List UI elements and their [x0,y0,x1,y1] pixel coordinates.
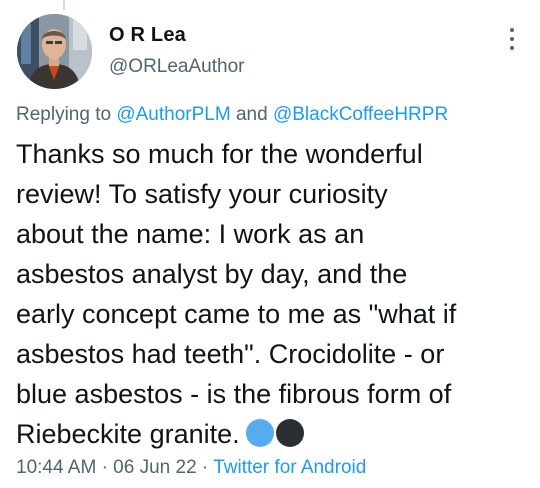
author-display-name[interactable]: O R Lea [109,24,186,47]
tweet-text-line: early concept came to me as "what if [16,299,457,329]
tweet-source-link[interactable]: Twitter for Android [213,457,366,478]
tweet-text-line: blue asbestos - is the fibrous form of [16,379,452,409]
avatar[interactable] [17,14,92,89]
tweet-time[interactable]: 10:44 AM [16,457,96,478]
replying-to-line: Replying to @AuthorPLM and @BlackCoffeeH… [16,104,448,126]
meta-separator: · [101,457,108,478]
tweet-text: Thanks so much for the wonderful review!… [16,134,528,454]
more-vertical-icon[interactable] [505,24,519,54]
tweet-text-line-last: Riebeckite granite. [16,414,528,454]
tweet-text-line: asbestos had teeth". Crocidolite - or [16,339,445,369]
replying-to-conjunction: and [235,104,268,125]
tweet-meta: 10:44 AM · 06 Jun 22 · Twitter for Andro… [16,457,366,479]
tweet-text-line-content: Riebeckite granite. [16,419,240,449]
thread-connector-line [63,0,65,10]
black-circle-emoji-icon [275,419,304,447]
tweet-text-line: Thanks so much for the wonderful [16,139,423,169]
tweet-text-line: asbestos analyst by day, and the [16,259,408,289]
meta-separator: · [201,457,209,478]
blue-circle-emoji-icon [245,419,274,447]
mention-link-authorplm[interactable]: @AuthorPLM [116,104,230,125]
tweet-date[interactable]: 06 Jun 22 [113,457,196,478]
tweet-text-line: review! To satisfy your curiosity [16,179,388,209]
tweet-text-line: about the name: I work as an [16,219,365,249]
avatar-photo-icon [17,14,92,89]
mention-link-blackcoffeehrpr[interactable]: @BlackCoffeeHRPR [273,104,448,125]
replying-to-label: Replying to [16,104,112,125]
author-handle[interactable]: @ORLeaAuthor [109,56,244,78]
